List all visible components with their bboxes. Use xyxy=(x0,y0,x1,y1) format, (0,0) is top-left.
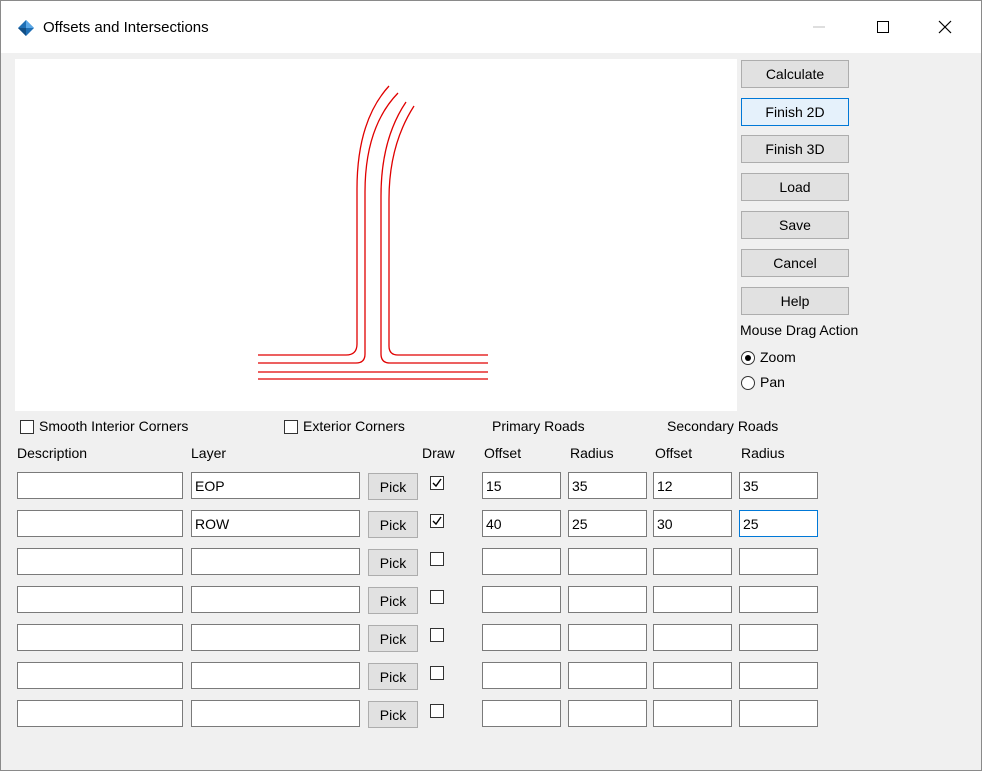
pan-radio[interactable] xyxy=(741,376,755,390)
primary-offset-header: Offset xyxy=(484,445,522,461)
description-input[interactable] xyxy=(17,586,183,613)
primary-radius-input[interactable] xyxy=(568,662,647,689)
layer-input[interactable] xyxy=(191,700,360,727)
layer-input[interactable] xyxy=(191,548,360,575)
radio-selected-dot xyxy=(745,355,751,361)
minimize-icon xyxy=(813,26,825,28)
secondary-offset-header: Offset xyxy=(655,445,693,461)
secondary-offset-input[interactable] xyxy=(653,548,732,575)
secondary-offset-input[interactable] xyxy=(653,662,732,689)
checkmark-icon xyxy=(432,516,442,526)
window-title: Offsets and Intersections xyxy=(43,19,209,36)
secondary-offset-input[interactable] xyxy=(653,472,732,499)
zoom-radio[interactable] xyxy=(741,351,755,365)
primary-radius-input[interactable] xyxy=(568,624,647,651)
preview-canvas[interactable] xyxy=(15,59,737,411)
description-input[interactable] xyxy=(17,700,183,727)
primary-roads-heading: Primary Roads xyxy=(492,418,585,434)
draw-checkbox[interactable] xyxy=(430,666,444,680)
cancel-button[interactable]: Cancel xyxy=(741,249,849,277)
offset-lines xyxy=(258,85,488,380)
secondary-radius-input[interactable] xyxy=(739,662,818,689)
maximize-icon xyxy=(877,21,889,33)
primary-radius-input[interactable] xyxy=(568,510,647,537)
smooth-interior-corners-checkbox[interactable] xyxy=(20,420,34,434)
finish-2d-button[interactable]: Finish 2D xyxy=(741,98,849,126)
zoom-radio-label[interactable]: Zoom xyxy=(760,349,796,365)
secondary-radius-header: Radius xyxy=(741,445,785,461)
primary-radius-input[interactable] xyxy=(568,548,647,575)
secondary-radius-input[interactable] xyxy=(739,548,818,575)
primary-offset-input[interactable] xyxy=(482,586,561,613)
load-button[interactable]: Load xyxy=(741,173,849,201)
description-header: Description xyxy=(17,445,88,461)
pick-layer-button[interactable]: Pick xyxy=(368,473,418,500)
pick-layer-button[interactable]: Pick xyxy=(368,587,418,614)
primary-radius-input[interactable] xyxy=(568,700,647,727)
pan-radio-label[interactable]: Pan xyxy=(760,374,785,390)
secondary-offset-input[interactable] xyxy=(653,510,732,537)
road-preview-drawing xyxy=(258,85,488,380)
description-input[interactable] xyxy=(17,510,183,537)
layer-input[interactable] xyxy=(191,624,360,651)
description-input[interactable] xyxy=(17,624,183,651)
checkmark-icon xyxy=(432,478,442,488)
draw-checkbox[interactable] xyxy=(430,628,444,642)
secondary-radius-input[interactable] xyxy=(739,700,818,727)
primary-radius-header: Radius xyxy=(570,445,614,461)
civil-app-icon xyxy=(18,20,34,36)
draw-checkbox[interactable] xyxy=(430,476,444,490)
primary-radius-input[interactable] xyxy=(568,472,647,499)
secondary-radius-input[interactable] xyxy=(739,624,818,651)
exterior-corners-checkbox[interactable] xyxy=(284,420,298,434)
primary-offset-input[interactable] xyxy=(482,472,561,499)
secondary-radius-input[interactable] xyxy=(739,472,818,499)
pick-layer-button[interactable]: Pick xyxy=(368,511,418,538)
pick-layer-button[interactable]: Pick xyxy=(368,701,418,728)
layer-input[interactable] xyxy=(191,662,360,689)
draw-header: Draw xyxy=(422,445,455,461)
draw-checkbox[interactable] xyxy=(430,704,444,718)
exterior-corners-label[interactable]: Exterior Corners xyxy=(303,418,405,434)
title-bar: Offsets and Intersections xyxy=(1,1,981,53)
mouse-drag-label: Mouse Drag Action xyxy=(740,322,859,338)
secondary-radius-input[interactable] xyxy=(739,586,818,613)
secondary-radius-input[interactable] xyxy=(739,510,818,537)
layer-input[interactable] xyxy=(191,472,360,499)
description-input[interactable] xyxy=(17,548,183,575)
draw-checkbox[interactable] xyxy=(430,590,444,604)
primary-radius-input[interactable] xyxy=(568,586,647,613)
primary-offset-input[interactable] xyxy=(482,624,561,651)
close-button[interactable] xyxy=(915,1,975,53)
secondary-offset-input[interactable] xyxy=(653,624,732,651)
layer-input[interactable] xyxy=(191,510,360,537)
layer-input[interactable] xyxy=(191,586,360,613)
secondary-offset-input[interactable] xyxy=(653,586,732,613)
help-button[interactable]: Help xyxy=(741,287,849,315)
layer-header: Layer xyxy=(191,445,227,461)
secondary-offset-input[interactable] xyxy=(653,700,732,727)
save-button[interactable]: Save xyxy=(741,211,849,239)
primary-offset-input[interactable] xyxy=(482,662,561,689)
draw-checkbox[interactable] xyxy=(430,514,444,528)
primary-offset-input[interactable] xyxy=(482,700,561,727)
offsets-dialog: Offsets and Intersections Calculate Fini… xyxy=(0,0,982,771)
minimize-button[interactable] xyxy=(789,1,849,53)
close-icon xyxy=(938,20,952,34)
description-input[interactable] xyxy=(17,472,183,499)
pick-layer-button[interactable]: Pick xyxy=(368,663,418,690)
pick-layer-button[interactable]: Pick xyxy=(368,625,418,652)
pick-layer-button[interactable]: Pick xyxy=(368,549,418,576)
smooth-interior-corners-label[interactable]: Smooth Interior Corners xyxy=(39,418,188,434)
primary-offset-input[interactable] xyxy=(482,510,561,537)
maximize-button[interactable] xyxy=(853,1,913,53)
description-input[interactable] xyxy=(17,662,183,689)
calculate-button[interactable]: Calculate xyxy=(741,60,849,88)
finish-3d-button[interactable]: Finish 3D xyxy=(741,135,849,163)
draw-checkbox[interactable] xyxy=(430,552,444,566)
secondary-roads-heading: Secondary Roads xyxy=(667,418,779,434)
primary-offset-input[interactable] xyxy=(482,548,561,575)
